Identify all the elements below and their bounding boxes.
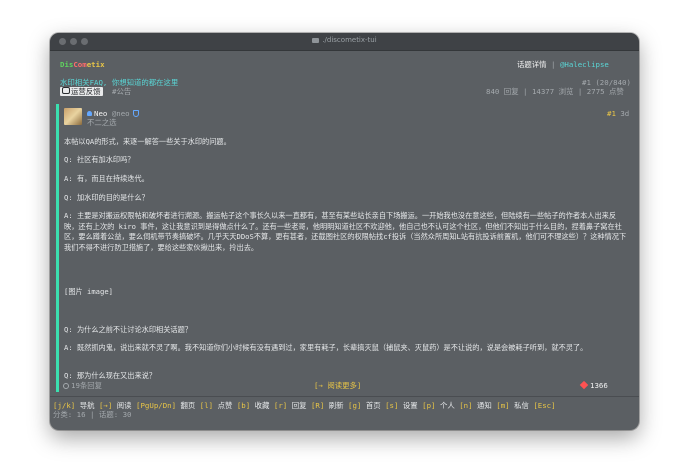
shortcut-navigate[interactable]: [j/k] 导航 [53, 401, 95, 410]
app-logo: DisCometix [60, 60, 105, 69]
topic-stats: 840 回复 | 14377 浏览 | 2775 点赞 [486, 87, 624, 96]
read-more-button[interactable]: [→ 阅读更多] [314, 381, 361, 390]
shortcut-home[interactable]: [g] 首页 [348, 401, 381, 410]
window-title: ./discometix-tui [50, 36, 639, 44]
footer-divider [50, 396, 639, 397]
clock-icon [63, 383, 69, 389]
shortcut-page[interactable]: [PgUp/Dn] 翻页 [136, 401, 195, 410]
shortcut-bookmark[interactable]: [b] 收藏 [237, 401, 270, 410]
post-paragraph: 本帖以QA的形式，来逐一解答一些关于水印的问题。 [64, 137, 231, 146]
heart-icon [579, 380, 589, 390]
shortcut-refresh[interactable]: [R] 刷新 [311, 401, 344, 410]
shortcut-escape[interactable]: [Esc] [533, 401, 555, 410]
avatar[interactable] [64, 108, 82, 125]
post-paragraph: Q: 加水印的目的是什么？ [64, 193, 149, 202]
post-author[interactable]: Neo @neo [87, 109, 139, 118]
post-meta: #1 3d [607, 109, 630, 118]
selected-post-indicator [56, 104, 59, 392]
folder-icon [312, 38, 320, 43]
post-paragraph: A: 主要是对搬运权限帖和破坏者进行溯源。搬运帖子这个事长久以来一直都有，甚至有… [64, 211, 627, 252]
like-count[interactable]: 1366 [579, 380, 608, 390]
tag-active[interactable]: 运营反馈 [60, 87, 103, 96]
shortcut-messages[interactable]: [m] 私信 [496, 401, 529, 410]
image-placeholder[interactable]: [图片 image] [64, 287, 630, 298]
nav-topic-detail[interactable]: 话题详情 [517, 60, 547, 69]
chat-icon [62, 87, 70, 94]
post-paragraph: A: 有，而且在持续迭代。 [64, 174, 149, 183]
shortcut-profile[interactable]: [p] 个人 [422, 401, 455, 410]
shortcut-settings[interactable]: [s] 设置 [385, 401, 418, 410]
user-icon [87, 111, 92, 116]
shortcut-read[interactable]: [→] 阅读 [99, 401, 132, 410]
replies-count[interactable]: 19条回复 [63, 381, 102, 390]
topic-position: #1 (20/840) [582, 78, 631, 87]
tag-other[interactable]: #公告 [112, 87, 131, 96]
shortcut-notifications[interactable]: [n] 通知 [459, 401, 492, 410]
shortcut-like[interactable]: [l] 点赞 [200, 401, 233, 410]
shortcut-bar: [j/k] 导航 [→] 阅读 [PgUp/Dn] 翻页 [l] 点赞 [b] … [53, 401, 556, 410]
topic-title: 水印相关FAQ, 你想知道的都在这里 [60, 78, 179, 87]
author-subtitle: 不二之选 [87, 118, 117, 127]
shield-icon [132, 110, 139, 117]
post-paragraph: A: 既然抓内鬼，说出来就不灵了啊。我不知道你们小时候有没有遇到过，家里有耗子，… [64, 343, 588, 352]
footer-stats: 分类: 16 | 话题: 30 [53, 410, 132, 419]
shortcut-reply[interactable]: [r] 回复 [274, 401, 307, 410]
post-paragraph: Q: 为什么之前不让讨论水印相关话题？ [64, 325, 192, 334]
nav-user-link[interactable]: @Haleclipse [560, 60, 609, 69]
window-titlebar: ./discometix-tui [50, 33, 639, 51]
post-paragraph: Q: 社区有加水印吗？ [64, 155, 135, 164]
post-paragraph: Q: 那为什么现在又出来说？ [64, 371, 157, 380]
header-nav: 话题详情 | @Haleclipse [517, 60, 609, 69]
